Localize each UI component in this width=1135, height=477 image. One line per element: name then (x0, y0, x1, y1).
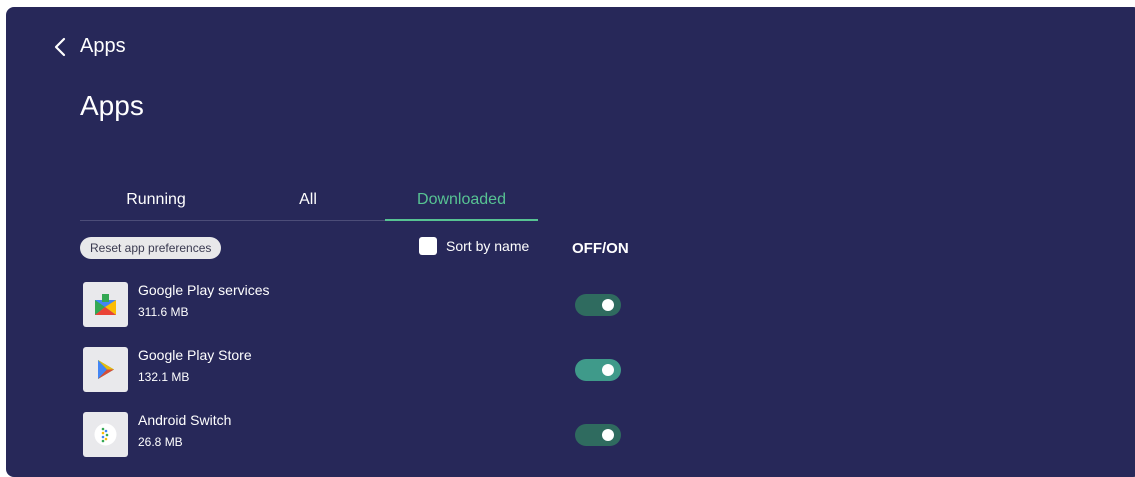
sort-by-name-checkbox[interactable] (419, 237, 437, 255)
list-item[interactable]: Google Play Store 132.1 MB (83, 347, 643, 393)
app-size: 132.1 MB (138, 370, 190, 384)
app-size: 311.6 MB (138, 305, 189, 319)
tab-selected-indicator (385, 219, 538, 221)
toggle-knob (602, 429, 614, 441)
header-title: Apps (80, 35, 126, 57)
toggle-knob (602, 299, 614, 311)
back-button[interactable]: Apps (50, 35, 126, 58)
app-name: Google Play Store (138, 347, 252, 363)
tab-all[interactable]: All (232, 189, 384, 220)
app-toggle[interactable] (575, 424, 621, 446)
sort-by-name-label: Sort by name (446, 238, 530, 254)
google-play-services-icon (83, 282, 128, 327)
tab-bar: Running All Downloaded (80, 189, 538, 221)
page-title: Apps (80, 90, 144, 121)
app-size: 26.8 MB (138, 435, 183, 449)
apps-settings-panel: Apps Apps Running All Downloaded Reset a… (6, 7, 1135, 477)
sort-by-name[interactable]: Sort by name (419, 237, 529, 255)
app-toggle[interactable] (575, 294, 621, 316)
tab-running[interactable]: Running (80, 189, 232, 220)
list-item[interactable]: Google Play services 311.6 MB (83, 282, 643, 328)
android-switch-icon (83, 412, 128, 457)
toggle-knob (602, 364, 614, 376)
app-name: Android Switch (138, 412, 232, 428)
off-on-header: OFF/ON (572, 240, 629, 257)
reset-app-preferences-button[interactable]: Reset app preferences (80, 237, 222, 259)
tab-downloaded[interactable]: Downloaded (385, 189, 538, 220)
google-play-store-icon (83, 347, 128, 392)
app-toggle[interactable] (575, 359, 621, 381)
app-name: Google Play services (138, 282, 270, 298)
chevron-left-icon[interactable] (50, 36, 72, 58)
list-item[interactable]: Android Switch 26.8 MB (83, 412, 643, 458)
